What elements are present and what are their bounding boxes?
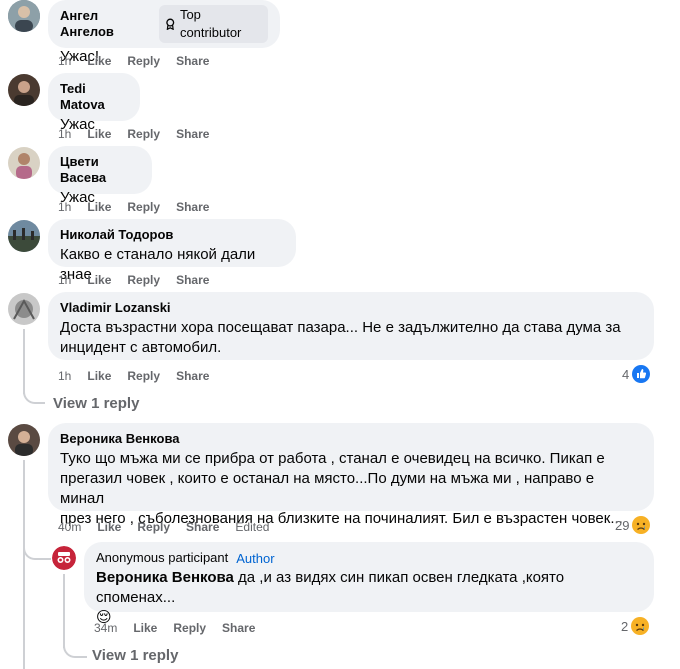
timestamp[interactable]: 1h: [58, 53, 71, 69]
reaction-count: 2: [621, 618, 629, 634]
comment-actions: 40m Like Reply Share Edited: [58, 519, 269, 535]
comment-author[interactable]: Vladimir Lozanski: [60, 300, 642, 316]
thread-line: [63, 574, 65, 648]
award-icon: [166, 18, 175, 30]
comment-actions: 1h Like Reply Share: [58, 199, 209, 215]
share-button[interactable]: Share: [176, 272, 209, 288]
reaction-count: 29: [615, 517, 630, 533]
share-button[interactable]: Share: [176, 199, 209, 215]
thread-line: [23, 329, 25, 394]
comment-text-line: Туко що мъжа ми се прибра от работа , ст…: [60, 450, 605, 467]
comment-author[interactable]: Ангел Ангелов: [60, 8, 151, 40]
view-replies-link[interactable]: View 1 reply: [53, 395, 139, 412]
reply-button[interactable]: Reply: [127, 53, 160, 69]
reaction-summary[interactable]: 29: [615, 516, 651, 534]
like-button[interactable]: Like: [87, 368, 111, 384]
timestamp[interactable]: 40m: [58, 519, 81, 535]
share-button[interactable]: Share: [176, 126, 209, 142]
reply-button[interactable]: Reply: [127, 368, 160, 384]
comment-text-line: прегазил човек , които е останал на мяст…: [60, 470, 595, 507]
like-button[interactable]: Like: [87, 53, 111, 69]
like-button[interactable]: Like: [133, 620, 157, 636]
comment-bubble: Цвети Васева Ужас: [48, 146, 152, 206]
comment-actions: 1h Like Reply Share: [58, 368, 209, 384]
avatar[interactable]: [8, 0, 40, 32]
avatar[interactable]: [8, 220, 40, 252]
reply-button[interactable]: Reply: [127, 272, 160, 288]
comment-text-line: Доста възрастни хора посещават пазара...…: [60, 319, 621, 336]
comment-actions: 1h Like Reply Share: [58, 53, 209, 69]
mention-link[interactable]: Вероника Венкова: [96, 569, 234, 586]
comment-bubble: Николай Тодоров Какво е станало някой да…: [48, 219, 296, 283]
thread-connector: [23, 390, 45, 404]
comment-bubble: Tedi Matova Ужас: [48, 73, 140, 133]
like-button[interactable]: Like: [97, 519, 121, 535]
comment-author[interactable]: Tedi Matova: [60, 81, 128, 113]
avatar[interactable]: [8, 147, 40, 179]
like-icon: [632, 365, 651, 383]
comment-actions: 1h Like Reply Share: [58, 126, 209, 142]
edited-label: Edited: [235, 520, 270, 534]
share-button[interactable]: Share: [176, 368, 209, 384]
reply-button[interactable]: Reply: [137, 519, 170, 535]
comment-author[interactable]: Вероника Венкова: [60, 431, 642, 447]
comment-bubble: Vladimir Lozanski Доста възрастни хора п…: [48, 292, 654, 360]
reply-button[interactable]: Reply: [127, 126, 160, 142]
thread-connector: [63, 640, 87, 658]
like-button[interactable]: Like: [87, 199, 111, 215]
reply-actions: 34m Like Reply Share: [94, 620, 255, 636]
anonymous-avatar[interactable]: [52, 546, 76, 570]
timestamp[interactable]: 1h: [58, 272, 71, 288]
comment-bubble: Вероника Венкова Туко що мъжа ми се приб…: [48, 423, 654, 527]
avatar[interactable]: [8, 424, 40, 456]
thread-connector: [23, 530, 51, 560]
thread-line: [23, 460, 25, 669]
share-button[interactable]: Share: [186, 519, 219, 535]
comment-author[interactable]: Николай Тодоров: [60, 227, 284, 243]
timestamp[interactable]: 1h: [58, 126, 71, 142]
comment-text-line: инцидент с автомобил.: [60, 339, 222, 356]
share-button[interactable]: Share: [176, 53, 209, 69]
comment-actions: 1h Like Reply Share: [58, 272, 209, 288]
sad-icon: [632, 516, 651, 534]
reply-button[interactable]: Reply: [127, 199, 160, 215]
comment-bubble: Ангел Ангелов Top contributor Ужас!: [48, 0, 280, 65]
reply-bubble: Anonymous participant Author Вероника Ве…: [84, 542, 654, 626]
avatar[interactable]: [8, 293, 40, 325]
comment-text: Доста възрастни хора посещават пазара...…: [60, 318, 642, 358]
reply-text: Вероника Венкова да ,и аз видях син пика…: [96, 568, 642, 608]
like-button[interactable]: Like: [87, 272, 111, 288]
author-tag: Author: [236, 550, 275, 566]
share-button[interactable]: Share: [222, 620, 255, 636]
reaction-summary[interactable]: 4: [622, 365, 651, 383]
reaction-summary[interactable]: 2: [621, 617, 650, 635]
badge-label: Top contributor: [179, 7, 242, 40]
avatar[interactable]: [8, 74, 40, 106]
view-replies-link[interactable]: View 1 reply: [92, 647, 178, 664]
timestamp[interactable]: 1h: [58, 368, 71, 384]
timestamp[interactable]: 1h: [58, 199, 71, 215]
reaction-count: 4: [622, 366, 630, 382]
reply-author[interactable]: Anonymous participant: [96, 550, 228, 566]
top-contributor-badge: Top contributor: [159, 5, 268, 43]
comment-author[interactable]: Цвети Васева: [60, 154, 140, 186]
reply-button[interactable]: Reply: [173, 620, 206, 636]
sad-icon: [631, 617, 650, 635]
timestamp[interactable]: 34m: [94, 620, 117, 636]
like-button[interactable]: Like: [87, 126, 111, 142]
comment-text: Туко що мъжа ми се прибра от работа , ст…: [60, 449, 642, 529]
